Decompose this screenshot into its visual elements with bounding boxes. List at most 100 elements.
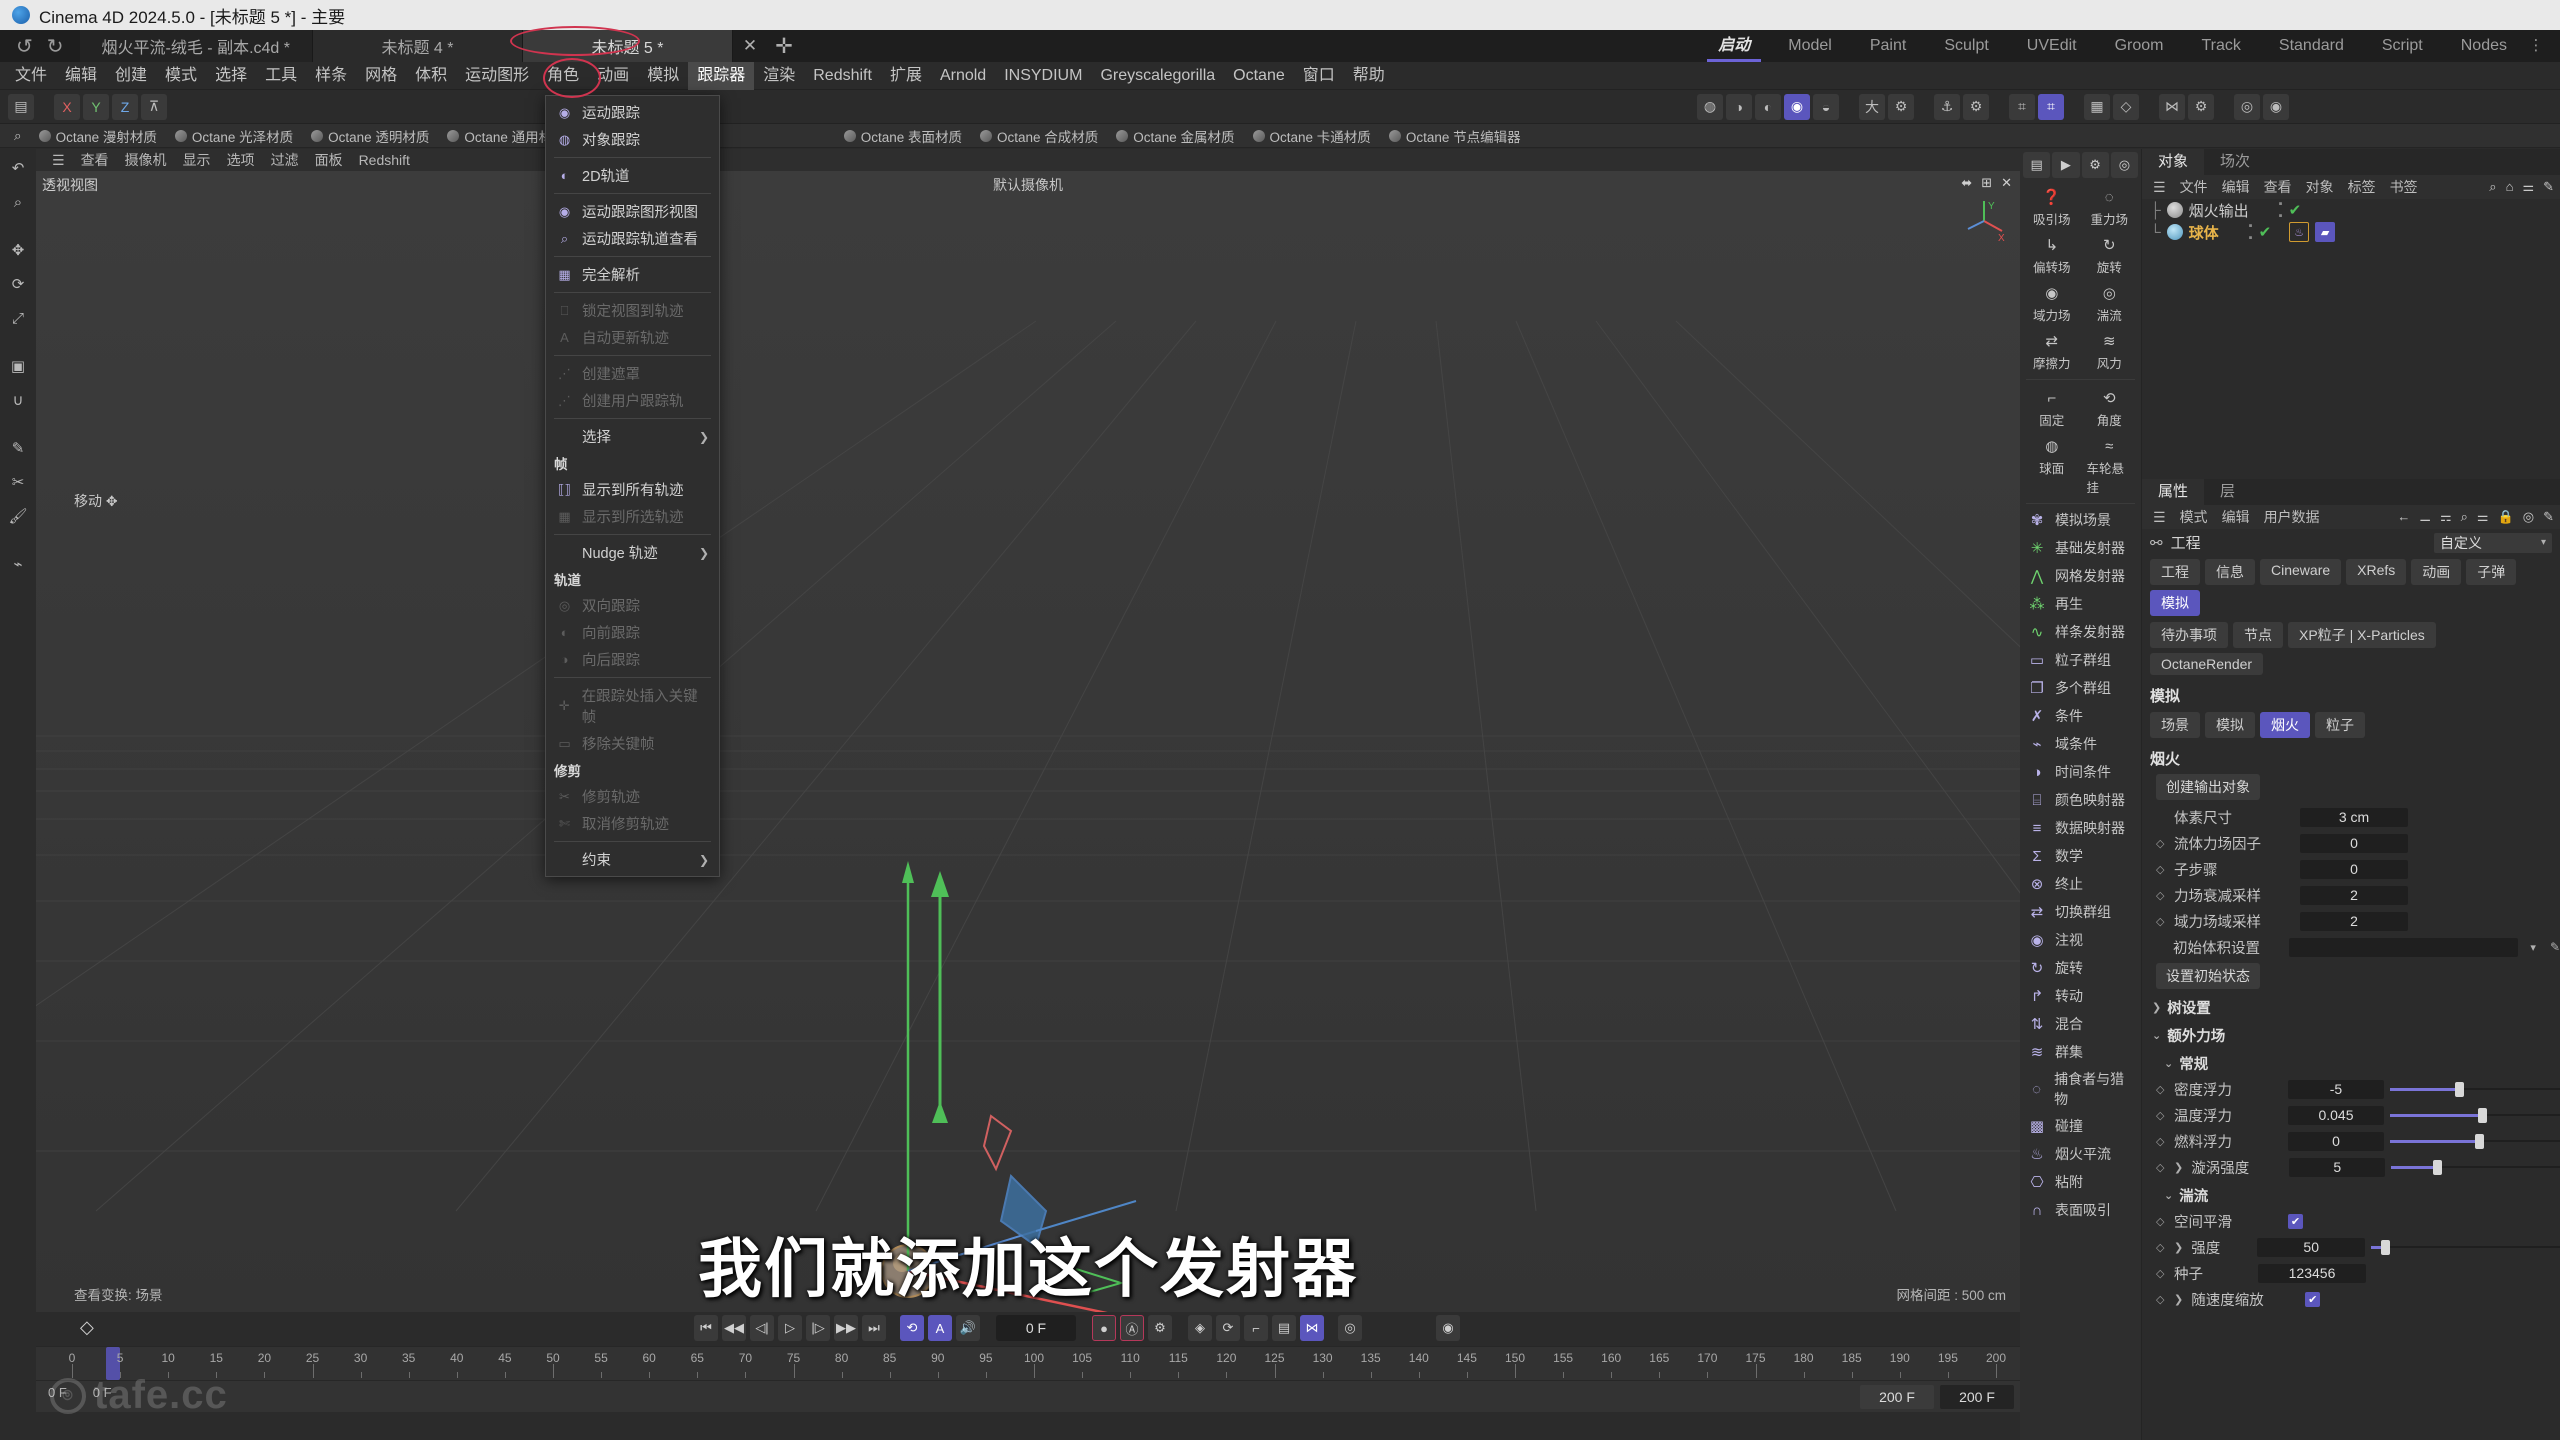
field-value[interactable]: 3 cm (2300, 807, 2408, 827)
field-value[interactable]: 123456 (2258, 1263, 2366, 1283)
next-keyframe-icon[interactable]: ▶▶ (834, 1315, 858, 1341)
chevron-right-icon[interactable]: ❯ (2174, 1161, 2183, 1174)
timeline-end-frame-field[interactable]: 200 F (1860, 1384, 1934, 1409)
sim-node-13[interactable]: ⊗ 终止 (2020, 870, 2141, 898)
field-tag-icon[interactable]: ▰ (2315, 222, 2336, 242)
menu-item-select[interactable]: 选择 ❯ (546, 423, 719, 450)
keyframe-diamond-icon[interactable]: ◇ (2156, 1241, 2168, 1254)
edit-icon[interactable]: ✎ (2543, 179, 2554, 195)
keyframe-settings-icon[interactable]: ⚙ (1148, 1315, 1172, 1341)
create-output-object-button[interactable]: 创建输出对象 (2156, 774, 2260, 800)
layout-mode-6[interactable]: Track (2183, 30, 2260, 62)
menu-edit[interactable]: 编辑 (56, 62, 106, 90)
viewport-menu-panel[interactable]: 面板 (307, 150, 351, 170)
rotate-tool-icon[interactable]: ⟳ (3, 269, 33, 299)
force-field-force[interactable]: ◉ 域力场 (2023, 279, 2081, 327)
axis-x-icon[interactable]: X (54, 93, 80, 120)
menu-render[interactable]: 渲染 (754, 62, 804, 90)
current-frame-field[interactable]: 0 F (996, 1315, 1076, 1341)
vortex-strength-slider[interactable] (2391, 1158, 2560, 1177)
tab-attributes[interactable]: 属性 (2142, 479, 2205, 505)
go-to-start-icon[interactable]: ⏮ (694, 1315, 718, 1341)
viewport-menu-display[interactable]: 显示 (175, 150, 219, 170)
menu-volume[interactable]: 体积 (406, 62, 456, 90)
am-menu-mode[interactable]: 模式 (2173, 507, 2215, 527)
attr-tab-info[interactable]: 信息 (2205, 559, 2255, 585)
edit-icon[interactable]: ✎ (2550, 940, 2560, 954)
object-row-pyro-output[interactable]: ├ 烟火输出 ▪ ▪ ✔ (2142, 198, 2560, 222)
chevron-down-icon[interactable]: ▾ (2530, 941, 2536, 954)
field-value[interactable]: 0.045 (2288, 1105, 2384, 1125)
spatial-smoothing-checkbox[interactable]: ✔ (2288, 1213, 2303, 1229)
measure-tool-icon[interactable]: ⌁ (3, 549, 33, 579)
keyframe-diamond-icon[interactable]: ◇ (2156, 889, 2168, 902)
sim-node-21[interactable]: ▩ 碰撞 (2020, 1112, 2141, 1140)
sim-node-15[interactable]: ◉ 注视 (2020, 926, 2141, 954)
axis-z-icon[interactable]: Z (112, 93, 138, 120)
menu-item-2d-track[interactable]: ◐ 2D轨道 (546, 162, 719, 189)
layout-mode-3[interactable]: Sculpt (1925, 30, 2007, 62)
constraint-angle[interactable]: ⟲ 角度 (2081, 384, 2139, 432)
octane-material-7[interactable]: Octane 卡通材质 (1244, 126, 1380, 146)
om-menu-bookmarks[interactable]: 书签 (2383, 177, 2425, 197)
initial-volume-field[interactable] (2289, 937, 2519, 957)
sim-subtab-pyro[interactable]: 烟火 (2260, 712, 2310, 738)
record-icon[interactable]: ● (1092, 1315, 1116, 1341)
sim-node-12[interactable]: Σ 数学 (2020, 842, 2141, 870)
force-deflector[interactable]: ↳ 偏转场 (2023, 231, 2081, 279)
menu-item-full-solve[interactable]: ▦ 完全解析 (546, 261, 719, 288)
viewport-hamburger-icon[interactable]: ☰ (44, 152, 73, 169)
sim-node-3[interactable]: ⁂ 再生 (2020, 590, 2141, 618)
force-wind[interactable]: ≋ 风力 (2081, 327, 2139, 375)
menu-window[interactable]: 窗口 (1294, 62, 1344, 90)
sim-node-24[interactable]: ∩ 表面吸引 (2020, 1196, 2141, 1224)
octane-material-8[interactable]: Octane 节点编辑器 (1380, 126, 1530, 146)
tree-settings-group[interactable]: ❯ 树设置 (2142, 992, 2560, 1020)
field-value[interactable]: 50 (2257, 1237, 2366, 1257)
attr-tab-xparticles[interactable]: XP粒子 | X-Particles (2288, 622, 2436, 648)
menu-spline[interactable]: 样条 (306, 62, 356, 90)
layout-mode-5[interactable]: Groom (2096, 30, 2183, 62)
attr-tab-simulation[interactable]: 模拟 (2150, 590, 2200, 616)
sim-node-14[interactable]: ⇄ 切换群组 (2020, 898, 2141, 926)
tab-layers[interactable]: 层 (2204, 479, 2251, 505)
keyframe-diamond-icon[interactable]: ◇ (2156, 1161, 2168, 1174)
next-frame-icon[interactable]: |▷ (806, 1315, 830, 1341)
layout-mode-1[interactable]: Model (1769, 30, 1851, 62)
field-value[interactable]: 0 (2300, 859, 2408, 879)
new-tab-icon[interactable]: ✛ (767, 30, 801, 62)
turbulence-strength-slider[interactable] (2371, 1238, 2560, 1257)
go-to-end-icon[interactable]: ⏭ (862, 1315, 886, 1341)
tab-takes[interactable]: 场次 (2204, 149, 2266, 175)
viewport-menu-redshift[interactable]: Redshift (351, 152, 418, 168)
layout-mode-4[interactable]: UVEdit (2008, 30, 2096, 62)
menu-tracker[interactable]: 跟踪器 (688, 61, 755, 90)
sim-node-6[interactable]: ❐ 多个群组 (2020, 674, 2141, 702)
field-value[interactable]: 2 (2300, 911, 2408, 931)
gear2-icon[interactable]: ⚙ (1963, 93, 1989, 120)
extra-force-group[interactable]: ⌄ 额外力场 (2142, 1020, 2560, 1048)
layout-mode-0[interactable]: 启动 (1699, 30, 1769, 62)
keyframe-diamond-icon[interactable]: ◇ (2156, 1215, 2168, 1228)
menu-file[interactable]: 文件 (6, 62, 56, 90)
sim-node-18[interactable]: ⇅ 混合 (2020, 1010, 2141, 1038)
om-menu-object[interactable]: 对象 (2299, 177, 2341, 197)
visibility-dots-icon[interactable]: ▪ ▪ (2279, 198, 2283, 222)
om-menu-tags[interactable]: 标签 (2341, 177, 2383, 197)
camera-icon[interactable]: ◉ (2263, 93, 2289, 120)
enabled-check-icon[interactable]: ✔ (2289, 201, 2302, 219)
fuel-buoyancy-slider[interactable] (2390, 1132, 2560, 1151)
axis-lock-icon[interactable]: ⊼ (141, 93, 167, 120)
sim-node-20[interactable]: ◌ 捕食者与猎物 (2020, 1066, 2141, 1112)
render-region-icon[interactable]: ◑ (1726, 93, 1752, 120)
scale-key-icon[interactable]: ⌐ (1244, 1315, 1268, 1341)
prev-keyframe-icon[interactable]: ◀◀ (722, 1315, 746, 1341)
sim-node-11[interactable]: ≡ 数据映射器 (2020, 814, 2141, 842)
om-menu-view[interactable]: 查看 (2257, 177, 2299, 197)
workplane-tool-icon[interactable]: ▣ (3, 351, 33, 381)
sim-node-4[interactable]: ∿ 样条发射器 (2020, 618, 2141, 646)
layout-mode-2[interactable]: Paint (1851, 30, 1925, 62)
simulation-playback-icon[interactable]: ◉ (1436, 1315, 1460, 1341)
sim-subtab-simulation[interactable]: 模拟 (2205, 712, 2255, 738)
deformer-icon[interactable]: ◇ (2113, 93, 2139, 120)
